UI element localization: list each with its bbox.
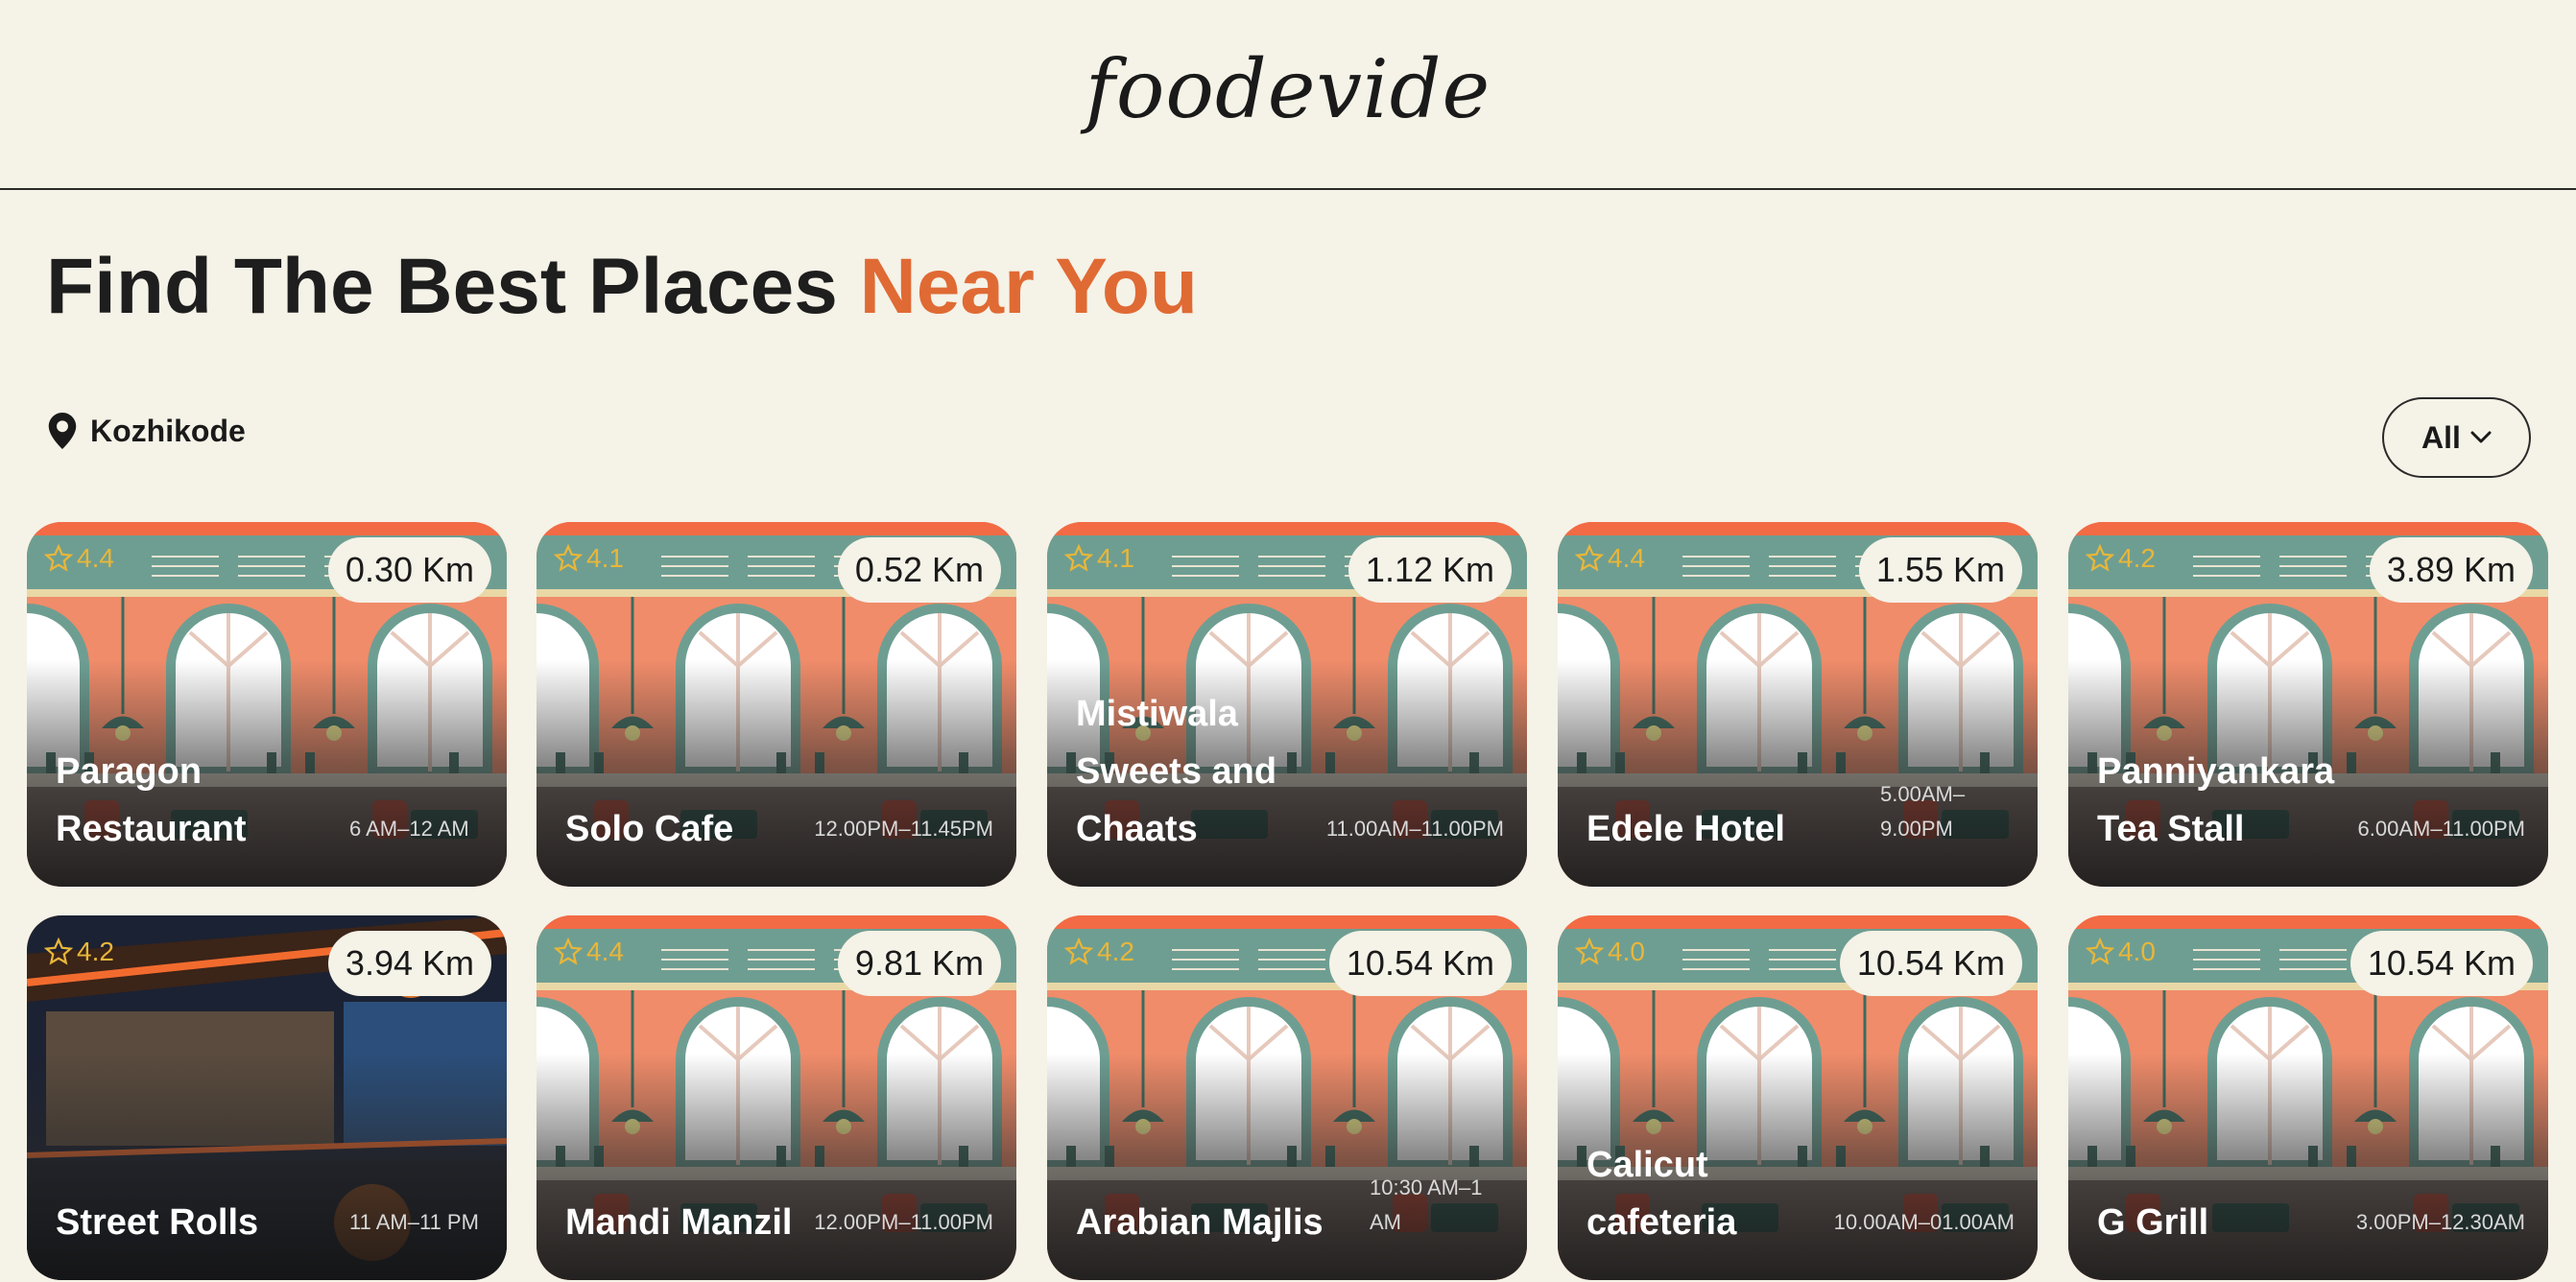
rating-value: 4.4	[77, 543, 114, 573]
rating-value: 4.4	[586, 937, 624, 966]
rating-value: 4.4	[1608, 543, 1645, 573]
star-icon	[44, 938, 73, 965]
rating-value: 4.2	[1097, 937, 1134, 966]
distance-badge: 0.52 Km	[837, 537, 1001, 603]
distance-badge: 1.12 Km	[1348, 537, 1512, 603]
distance-badge: 10.54 Km	[2349, 931, 2533, 996]
place-card[interactable]: 4.2 3.89 Km Panniyankara Tea Stall 6.00AM–1…	[2068, 522, 2548, 887]
star-icon	[1064, 938, 1093, 965]
distance-badge: 0.30 Km	[327, 537, 491, 603]
rating-value: 4.0	[2118, 937, 2156, 966]
place-card[interactable]: 4.0 10.54 Km Calicut cafeteria 10.00AM–01.0…	[1558, 915, 2038, 1280]
place-card[interactable]: 4.1 0.52 Km Solo Cafe 12.00PM–11.45PM	[537, 522, 1016, 887]
distance-badge: 3.89 Km	[2369, 537, 2533, 603]
rating-value: 4.1	[586, 543, 624, 573]
star-icon	[1575, 938, 1604, 965]
star-icon	[1064, 544, 1093, 572]
place-card[interactable]: 4.4 0.30 Km Paragon Restaurant 6 AM–12 AM	[27, 522, 507, 887]
opening-hours: 10.00AM–01.00AM	[1833, 1210, 2015, 1234]
opening-hours: 12.00PM–11.45PM	[814, 817, 993, 841]
rating-badge: 4.2	[44, 937, 114, 967]
rating-badge: 4.1	[554, 543, 624, 574]
chevron-down-icon	[2470, 431, 2492, 443]
distance-badge: 10.54 Km	[1328, 931, 1512, 996]
site-header: foodevide	[0, 0, 2576, 190]
place-card[interactable]: 4.0 10.54 Km G Grill 3.00PM–12.30AM	[2068, 915, 2548, 1280]
logo[interactable]: foodevide	[0, 42, 2576, 136]
opening-hours: 12.00PM–11.00PM	[814, 1210, 993, 1234]
page-title-prefix: Find The Best Places	[46, 243, 860, 330]
star-icon	[44, 544, 73, 572]
rating-badge: 4.4	[44, 543, 114, 574]
distance-badge: 3.94 Km	[327, 931, 491, 996]
place-name[interactable]: Paragon Restaurant	[56, 743, 324, 858]
distance-badge: 1.55 Km	[1858, 537, 2022, 603]
distance-badge: 10.54 Km	[1839, 931, 2022, 996]
rating-badge: 4.0	[1575, 937, 1645, 967]
opening-hours: 11 AM–11 PM	[349, 1210, 479, 1234]
map-pin-icon	[48, 413, 77, 449]
star-icon	[554, 938, 583, 965]
place-card[interactable]: 4.4 9.81 Km Mandi Manzil 12.00PM–11.00PM	[537, 915, 1016, 1280]
star-icon	[2086, 938, 2114, 965]
rating-value: 4.0	[1608, 937, 1645, 966]
rating-value: 4.1	[1097, 543, 1134, 573]
rating-badge: 4.4	[554, 937, 624, 967]
location-city: Kozhikode	[90, 413, 246, 448]
opening-hours: 10:30 AM–1 AM	[1370, 1175, 1483, 1234]
opening-hours: 6 AM–12 AM	[349, 817, 469, 841]
rating-badge: 4.2	[2086, 543, 2156, 574]
filter-dropdown[interactable]: All	[2382, 397, 2531, 478]
filter-label: All	[2421, 419, 2461, 455]
place-card[interactable]: 4.1 1.12 Km Mistiwala Sweets and Chaats 11.…	[1047, 522, 1527, 887]
place-name[interactable]: Arabian Majlis	[1076, 1194, 1345, 1251]
rating-badge: 4.4	[1575, 543, 1645, 574]
location-indicator[interactable]: Kozhikode	[48, 413, 246, 449]
rating-badge: 4.1	[1064, 543, 1134, 574]
star-icon	[1575, 544, 1604, 572]
place-card[interactable]: 4.2 10.54 Km Arabian Majlis 10:30 AM–1 AM	[1047, 915, 1527, 1280]
page-title: Find The Best Places Near You	[46, 242, 1198, 332]
rating-badge: 4.0	[2086, 937, 2156, 967]
place-name[interactable]: Edele Hotel	[1586, 800, 1855, 858]
rating-value: 4.2	[2118, 543, 2156, 573]
opening-hours: 5.00AM–9.00PM	[1880, 782, 1966, 841]
opening-hours: 6.00AM–11.00PM	[2357, 817, 2525, 841]
place-card[interactable]: 4.2 3.94 Km Street Rolls 11 AM–11 PM	[27, 915, 507, 1280]
place-card[interactable]: 4.4 1.55 Km Edele Hotel 5.00AM–9.00PM	[1558, 522, 2038, 887]
opening-hours: 11.00AM–11.00PM	[1325, 817, 1504, 841]
places-grid: 4.4 0.30 Km Paragon Restaurant 6 AM–12 AM	[27, 522, 2551, 1282]
star-icon	[554, 544, 583, 572]
rating-value: 4.2	[77, 937, 114, 966]
opening-hours: 3.00PM–12.30AM	[2355, 1210, 2525, 1234]
place-name[interactable]: Street Rolls	[56, 1194, 324, 1251]
page-title-accent: Near You	[859, 243, 1199, 330]
rating-badge: 4.2	[1064, 937, 1134, 967]
star-icon	[2086, 544, 2114, 572]
distance-badge: 9.81 Km	[837, 931, 1001, 996]
